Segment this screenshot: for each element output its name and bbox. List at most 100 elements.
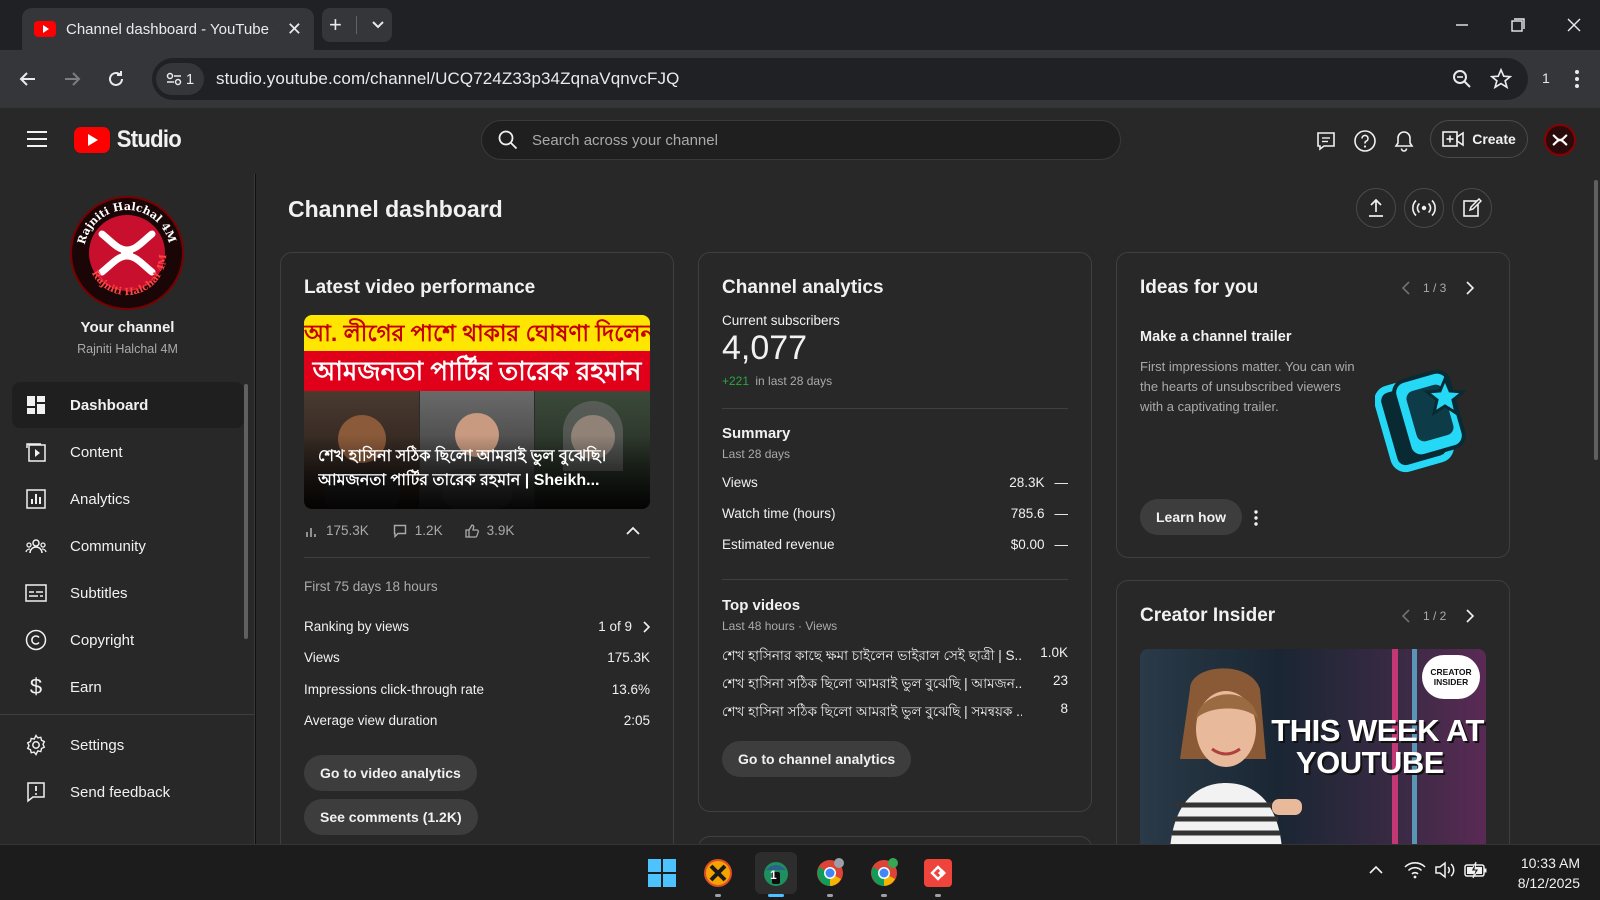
insider-prev-icon[interactable] xyxy=(1401,609,1411,623)
sidebar-item-community[interactable]: Community xyxy=(12,523,244,569)
copyright-icon xyxy=(24,628,48,652)
browser-tab[interactable]: Channel dashboard - YouTube Studio ✕ xyxy=(22,8,314,50)
sidebar-item-dashboard[interactable]: Dashboard xyxy=(12,382,244,428)
back-icon[interactable] xyxy=(13,64,43,94)
app-active-icon[interactable]: 1 xyxy=(755,852,797,897)
close-window-icon[interactable] xyxy=(1554,10,1594,40)
row-value: 785.6 xyxy=(1010,506,1045,521)
badge-line-2: INSIDER xyxy=(1433,677,1469,687)
volume-icon[interactable] xyxy=(1434,861,1456,879)
sidebar-item-settings[interactable]: Settings xyxy=(12,722,244,768)
your-channel-label[interactable]: Your channel xyxy=(0,319,255,336)
close-tab-icon[interactable]: ✕ xyxy=(287,19,302,40)
row-label: Average view duration xyxy=(304,713,438,728)
top-video-row[interactable]: শেখ হাসিনার কাছে ক্ষমা চাইলেন ভাইরাল সেই… xyxy=(722,645,1068,668)
restore-icon[interactable] xyxy=(1498,10,1538,40)
extensions-count[interactable]: 1 xyxy=(1542,70,1550,86)
sidebar-item-label: Analytics xyxy=(70,490,131,508)
app-x-icon[interactable] xyxy=(700,855,736,897)
subscribers-value: 4,077 xyxy=(722,329,808,367)
go-to-channel-analytics-button[interactable]: Go to channel analytics xyxy=(722,741,912,777)
sidebar-item-copyright[interactable]: Copyright xyxy=(12,617,244,663)
go-live-button[interactable] xyxy=(1404,188,1444,228)
top-videos-title: Top videos xyxy=(722,597,801,614)
views-bar-icon xyxy=(304,524,318,538)
views-row: Views 175.3K xyxy=(304,650,650,665)
channel-avatar[interactable]: Rajniti Halchal 4M Rajniti Halchal 4M xyxy=(70,196,184,310)
forward-icon[interactable] xyxy=(57,64,87,94)
comments-icon[interactable] xyxy=(1310,125,1342,157)
browser-menu-icon[interactable] xyxy=(1562,64,1592,94)
row-value: 13.6% xyxy=(611,682,650,697)
windows-start-icon[interactable] xyxy=(644,855,680,891)
search-icon xyxy=(498,130,518,150)
see-comments-button[interactable]: See comments (1.2K) xyxy=(304,799,478,835)
summary-period: Last 28 days xyxy=(722,447,791,461)
studio-logo[interactable]: Studio xyxy=(74,126,184,154)
more-options-icon[interactable] xyxy=(1253,509,1259,527)
idea-title: Make a channel trailer xyxy=(1140,329,1292,345)
top-video-views: 8 xyxy=(1060,701,1068,716)
thumbnail-headline-1: আ. লীগের পাশে থাকার ঘোষণা দিলেন xyxy=(304,315,650,351)
address-bar[interactable]: 1 studio.youtube.com/channel/UCQ724Z33p3… xyxy=(152,58,1528,100)
search-input[interactable] xyxy=(532,131,1092,149)
top-video-row[interactable]: শেখ হাসিনা সঠিক ছিলো আমরাই ভুল বুঝেছি | … xyxy=(722,673,1068,696)
sidebar-item-content[interactable]: Content xyxy=(12,429,244,475)
row-label: Watch time (hours) xyxy=(722,506,836,521)
upload-videos-button[interactable] xyxy=(1356,188,1396,228)
main-scrollbar-thumb[interactable] xyxy=(1594,180,1598,460)
chrome-icon[interactable] xyxy=(812,855,848,897)
taskbar-clock[interactable]: 10:33 AM 8/12/2025 xyxy=(1500,853,1580,893)
analytics-icon xyxy=(24,487,48,511)
video-thumbnail[interactable]: আ. লীগের পাশে থাকার ঘোষণা দিলেন আমজনতা প… xyxy=(304,315,650,509)
notifications-bell-icon[interactable] xyxy=(1388,125,1420,157)
video-stats: 175.3K 1.2K 3.9K xyxy=(304,523,514,538)
ctr-row: Impressions click-through rate 13.6% xyxy=(304,682,650,697)
create-button-label: Create xyxy=(1472,131,1516,147)
sidebar-item-label: Subtitles xyxy=(70,584,128,602)
sidebar-item-earn[interactable]: $ Earn xyxy=(12,664,244,710)
youtube-favicon-icon xyxy=(34,21,56,37)
url-text[interactable]: studio.youtube.com/channel/UCQ724Z33p34Z… xyxy=(216,69,679,89)
ranking-row[interactable]: Ranking by views 1 of 9 xyxy=(304,619,650,634)
wifi-icon[interactable] xyxy=(1404,861,1426,879)
row-trend: — xyxy=(1054,506,1069,521)
creator-insider-thumbnail[interactable]: CREATOR INSIDER THIS WEEK AT YOUTUBE xyxy=(1140,649,1486,849)
ideas-prev-icon[interactable] xyxy=(1401,281,1411,295)
row-trend: — xyxy=(1054,475,1069,490)
sidebar-item-analytics[interactable]: Analytics xyxy=(12,476,244,522)
studio-logo-text: Studio xyxy=(116,126,182,153)
minimize-icon[interactable] xyxy=(1442,10,1482,40)
ideas-next-icon[interactable] xyxy=(1465,281,1475,295)
chrome-profile-icon[interactable] xyxy=(866,855,902,897)
sidebar-item-label: Community xyxy=(70,537,146,555)
help-icon[interactable] xyxy=(1349,125,1381,157)
create-button[interactable]: Create xyxy=(1430,120,1528,158)
new-tab-icon[interactable]: + xyxy=(329,12,342,38)
channel-trailer-icon xyxy=(1375,365,1471,473)
summary-row: Views 28.3K — xyxy=(722,475,1068,490)
site-info-button[interactable]: 1 xyxy=(156,63,204,95)
zoom-icon[interactable] xyxy=(1452,69,1472,89)
top-video-row[interactable]: শেখ হাসিনা সঠিক ছিলো আমরাই ভুল বুঝেছি | … xyxy=(722,701,1068,724)
tab-search-chevron-icon[interactable] xyxy=(371,18,385,32)
tray-chevron-up-icon[interactable] xyxy=(1368,865,1384,875)
row-value: 28.3K xyxy=(1009,475,1045,490)
bookmark-star-icon[interactable] xyxy=(1490,68,1512,90)
top-video-views: 23 xyxy=(1052,673,1068,688)
sidebar-scrollbar[interactable] xyxy=(244,384,248,639)
go-to-video-analytics-button[interactable]: Go to video analytics xyxy=(304,755,477,791)
learn-how-button[interactable]: Learn how xyxy=(1140,499,1243,535)
reload-icon[interactable] xyxy=(101,64,131,94)
insider-next-icon[interactable] xyxy=(1465,609,1475,623)
hamburger-menu-icon[interactable] xyxy=(26,130,48,148)
sidebar-item-send-feedback[interactable]: Send feedback xyxy=(12,769,244,815)
anydesk-icon[interactable] xyxy=(920,855,956,897)
latest-video-title: Latest video performance xyxy=(304,277,536,298)
likes-stat: 3.9K xyxy=(486,523,515,538)
account-avatar[interactable] xyxy=(1544,124,1576,156)
battery-charging-icon[interactable] xyxy=(1464,861,1488,879)
sidebar-item-subtitles[interactable]: Subtitles xyxy=(12,570,244,616)
create-post-button[interactable] xyxy=(1452,188,1492,228)
collapse-chevron-up-icon[interactable] xyxy=(625,525,641,537)
